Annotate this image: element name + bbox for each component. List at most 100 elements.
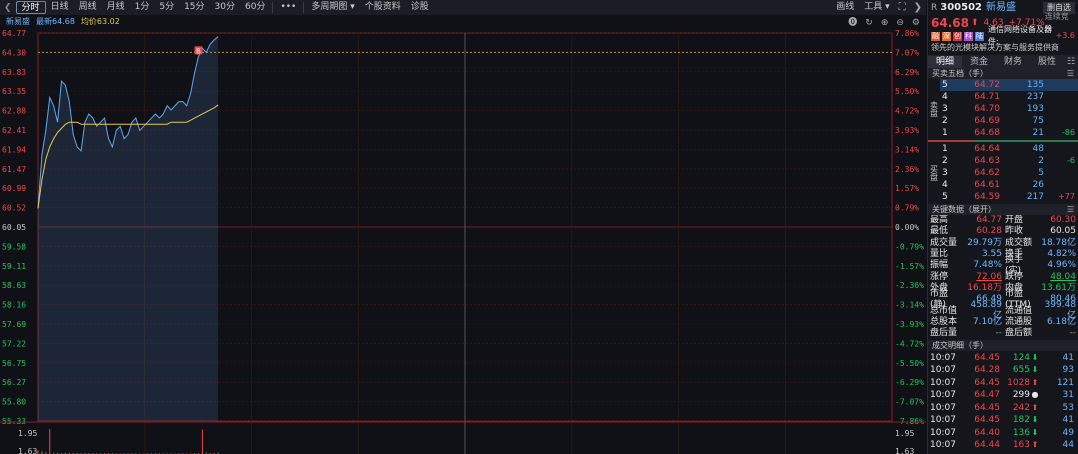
ask-list: 5 64.72 135 4 64.71 237 3 64.70 193 2 64.69 75 1 64.6… xyxy=(940,79,1078,139)
orderbook-row[interactable]: 3 64.62 5 xyxy=(940,167,1078,179)
expand-right-icon[interactable]: ❯ xyxy=(910,2,926,13)
zoom-in-icon[interactable]: ⊕ xyxy=(875,18,891,28)
trade-direction-icon: ⬆ xyxy=(1031,402,1039,412)
trade-row[interactable]: 10:07 64.45 124 ⬇ 41 xyxy=(928,351,1078,364)
spread-divider xyxy=(928,140,1078,142)
trade-direction-icon: ⬆ xyxy=(1031,377,1039,387)
period-tab[interactable]: 多周期图 ▾ xyxy=(306,1,359,14)
pct-tick-label: 3.14% xyxy=(895,145,919,154)
pct-tick-label: 7.07% xyxy=(895,48,919,57)
trade-row[interactable]: 10:07 64.47 299 ● 31 xyxy=(928,389,1078,402)
period-tab[interactable]: 周线 xyxy=(74,1,102,14)
orderbook-row[interactable]: 1 64.64 48 xyxy=(940,143,1078,155)
key-value: 60.30 xyxy=(1050,215,1076,226)
trade-count: 93 xyxy=(1062,365,1074,376)
trade-row[interactable]: 10:07 64.45 1028 ⬆ 121 xyxy=(928,376,1078,389)
tab-3[interactable]: 股性 xyxy=(1030,56,1064,68)
trade-price: 64.45 xyxy=(974,415,1000,426)
price-tick-label: 63.35 xyxy=(2,87,26,96)
orderbook-row[interactable]: 4 64.61 26 xyxy=(940,179,1078,191)
stock-tag: 深 xyxy=(942,31,951,41)
collapse-left-icon[interactable]: ❮ xyxy=(0,3,16,13)
tab-1[interactable]: 资金 xyxy=(962,56,996,68)
intraday-chart[interactable]: 64.77 7.86% 64.30 7.07% 63.83 6.29% 63.35 5.50%… xyxy=(0,28,926,454)
level: 1 xyxy=(942,144,948,154)
toolbar-divider xyxy=(272,2,274,13)
period-tab[interactable]: 诊股 xyxy=(406,1,434,14)
trade-direction-icon: ⬇ xyxy=(1031,427,1039,437)
tools-menu-button[interactable]: 工具 ▾ xyxy=(859,1,894,14)
fullscreen-icon[interactable]: ⛶ xyxy=(895,2,910,13)
orderbook-row[interactable]: 1 64.68 21 -86 xyxy=(940,127,1078,139)
price-tick-label: 58.63 xyxy=(2,281,26,290)
period-tab[interactable]: 5分 xyxy=(154,1,179,14)
tabs-more-icon[interactable]: ☷ xyxy=(1064,56,1078,68)
volume-change: -6 xyxy=(1067,156,1075,165)
key-label: 昨收 xyxy=(1005,226,1024,237)
chart-svg[interactable]: 64.77 7.86% 64.30 7.07% 63.83 6.29% 63.35 5.50%… xyxy=(0,28,926,454)
period-tab[interactable]: 分时 xyxy=(15,1,46,14)
trade-volume: 124 xyxy=(1012,352,1030,363)
trade-count: 31 xyxy=(1062,390,1074,401)
settings-circle-icon[interactable]: ⓿ xyxy=(842,18,859,28)
level: 1 xyxy=(942,128,948,138)
trade-count: 41 xyxy=(1062,415,1074,426)
key-data-row: 总市值 458.89亿 流通值 399.48亿 xyxy=(928,300,1078,321)
refresh-icon[interactable]: ↻ xyxy=(859,18,875,28)
key-label: 盘后量 xyxy=(930,328,958,339)
price-tick-label: 60.52 xyxy=(2,204,26,213)
gear-icon[interactable]: ⚙ xyxy=(906,18,922,28)
pct-tick-label: 3.93% xyxy=(895,126,919,135)
stock-tag: 创 xyxy=(953,31,962,41)
trade-row[interactable]: 10:07 64.45 182 ⬇ 41 xyxy=(928,414,1078,427)
trade-row[interactable]: 10:07 64.28 655 ⬇ 93 xyxy=(928,364,1078,377)
trade-row[interactable]: 10:07 64.40 136 ⬇ 49 xyxy=(928,426,1078,439)
volume-tick-label-right: 1.63 xyxy=(895,447,914,454)
period-tab[interactable]: 60分 xyxy=(240,1,270,14)
key-value: 13.61万 xyxy=(1041,282,1076,293)
key-label: 量比 xyxy=(930,249,949,260)
price-tick-label: 60.99 xyxy=(2,184,26,193)
pct-tick-label: -7.07% xyxy=(895,398,924,407)
pct-tick-label: -3.93% xyxy=(895,320,924,329)
trade-row[interactable]: 10:07 64.45 242 ⬆ 53 xyxy=(928,401,1078,414)
key-label: 振幅 xyxy=(930,260,949,271)
period-tab[interactable]: 月线 xyxy=(102,1,130,14)
pct-tick-label: 5.50% xyxy=(895,87,919,96)
key-label: 涨停 xyxy=(930,271,949,282)
toolbar-divider xyxy=(303,2,305,13)
trade-price: 64.45 xyxy=(974,402,1000,413)
trade-row[interactable]: 10:07 64.44 163 ⬆ 44 xyxy=(928,439,1078,452)
trade-time: 10:07 xyxy=(930,365,956,376)
draw-line-button[interactable]: 画线 xyxy=(831,1,859,14)
stock-tags: 融深创科陆 xyxy=(931,31,986,41)
orderbook-row[interactable]: 5 64.59 217 +77 xyxy=(940,191,1078,203)
orderbook-row[interactable]: 2 64.69 75 xyxy=(940,115,1078,127)
period-tab[interactable]: 1分 xyxy=(130,1,155,14)
bid-list: 1 64.64 48 2 64.63 2 -6 3 64.62 5 4 64.61 26 5 64.59 21… xyxy=(940,143,1078,203)
orderbook-title: 买卖五档（手） ☰ xyxy=(928,68,1078,79)
trade-volume: 299 xyxy=(1012,390,1030,401)
orderbook-row[interactable]: 5 64.72 135 xyxy=(940,79,1078,91)
period-tab[interactable]: 个股资料 xyxy=(360,1,406,14)
trade-count: 44 xyxy=(1062,440,1074,451)
tab-2[interactable]: 财务 xyxy=(996,56,1030,68)
key-value: -- xyxy=(995,328,1003,339)
key-data-title[interactable]: 关键数据（展开） ☰ xyxy=(928,204,1078,215)
period-tab[interactable]: 日线 xyxy=(46,1,74,14)
key-value: 60.28 xyxy=(976,226,1002,237)
period-tab[interactable]: 15分 xyxy=(179,1,209,14)
orderbook-row[interactable]: 3 64.70 193 xyxy=(940,103,1078,115)
menu-icon[interactable]: ☰ xyxy=(1067,68,1074,79)
period-tab[interactable]: 30分 xyxy=(210,1,240,14)
orderbook-row[interactable]: 2 64.63 2 -6 xyxy=(940,155,1078,167)
period-tab[interactable]: ••• xyxy=(275,1,301,14)
volume: 5 xyxy=(1038,168,1044,178)
tab-0[interactable]: 明细 xyxy=(928,55,962,68)
menu-icon[interactable]: ☰ xyxy=(1067,204,1074,215)
zoom-out-icon[interactable]: ⊖ xyxy=(890,18,906,28)
key-label: 开盘 xyxy=(1005,215,1024,226)
stock-name-label: 新易盛 xyxy=(6,17,30,26)
trades-list[interactable]: 10:07 64.45 124 ⬇ 41 10:07 64.28 655 ⬇ 93 10:07 64.… xyxy=(928,351,1078,451)
orderbook-row[interactable]: 4 64.71 237 xyxy=(940,91,1078,103)
